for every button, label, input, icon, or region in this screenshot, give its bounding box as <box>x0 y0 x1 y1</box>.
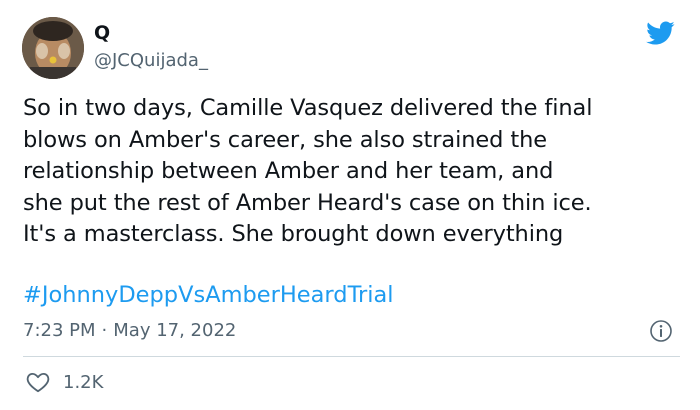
avatar[interactable] <box>22 17 84 79</box>
tweet-date: May 17, 2022 <box>113 320 237 341</box>
tweet-text-line: It's a masterclass. She brought down eve… <box>23 221 564 247</box>
divider <box>23 356 680 357</box>
like-count: 1.2K <box>63 371 104 393</box>
tweet-timestamp[interactable]: 7:23 PM · May 17, 2022 <box>23 318 236 344</box>
user-handle[interactable]: @JCQuijada_ <box>94 50 208 72</box>
display-name[interactable]: Q <box>94 21 110 45</box>
tweet-text-line: she put the rest of Amber Heard's case o… <box>23 189 592 216</box>
twitter-bird-icon[interactable] <box>643 18 677 48</box>
tweet-text: So in two days, Camille Vasquez delivere… <box>23 93 683 251</box>
avatar-image <box>22 17 84 79</box>
info-icon[interactable] <box>649 319 673 343</box>
tweet-text-line: relationship between Amber and her team,… <box>23 158 554 184</box>
meta-separator: · <box>101 320 108 341</box>
heart-icon <box>26 372 50 393</box>
tweet-text-line: blows on Amber's career, she also strain… <box>23 126 548 153</box>
tweet-text-line: So in two days, Camille Vasquez delivere… <box>23 95 593 121</box>
tweet-time: 7:23 PM <box>23 320 96 341</box>
like-button[interactable]: 1.2K <box>25 369 103 395</box>
hashtag-link[interactable]: #JohnnyDeppVsAmberHeardTrial <box>23 280 394 311</box>
